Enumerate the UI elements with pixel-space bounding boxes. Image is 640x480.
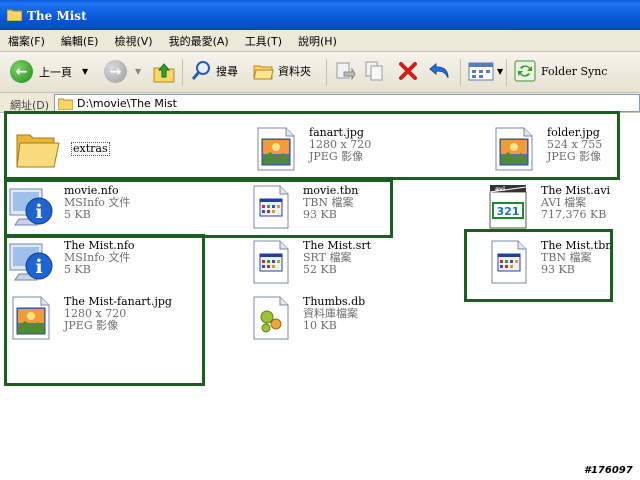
svg-text:321: 321 xyxy=(497,205,520,218)
folders-button[interactable]: 資料夾 xyxy=(252,60,311,82)
svg-text:avi: avi xyxy=(495,186,505,193)
search-icon xyxy=(191,61,210,80)
copy-to-icon xyxy=(365,61,383,81)
address-bar: 網址(D) D:\movie\The Mist xyxy=(0,93,640,113)
highlight-box xyxy=(4,179,393,238)
move-to-icon xyxy=(336,62,356,81)
menu-view[interactable]: 檢視(V) xyxy=(114,33,152,49)
forward-arrow-icon: → xyxy=(104,60,127,83)
folder-icon xyxy=(7,9,22,21)
views-icon xyxy=(468,62,494,81)
watermark: #176097 xyxy=(584,465,633,476)
up-folder-button[interactable] xyxy=(152,60,176,84)
chevron-down-icon: ▼ xyxy=(497,66,504,76)
copy-to-button[interactable] xyxy=(364,60,386,82)
up-folder-icon xyxy=(153,63,175,83)
address-field[interactable]: D:\movie\The Mist xyxy=(54,94,640,112)
folders-label: 資料夾 xyxy=(278,65,311,78)
menu-edit[interactable]: 編輯(E) xyxy=(61,33,99,49)
file-size: 717,376 KB xyxy=(541,208,607,221)
file-size: 10 KB xyxy=(303,319,337,332)
file-list-view: extras fanart.jpg 1280 x 720 JPEG 影像 fol… xyxy=(0,111,640,480)
back-button[interactable]: ← 上一頁 ▼ xyxy=(10,60,88,83)
title-bar[interactable]: The Mist xyxy=(0,0,640,30)
address-path: D:\movie\The Mist xyxy=(77,97,177,110)
delete-icon xyxy=(399,62,417,80)
folder-icon xyxy=(58,98,73,110)
file-item-thumbs-db[interactable]: Thumbs.db 資料庫檔案 10 KB xyxy=(246,294,466,344)
toolbar: ← 上一頁 ▼ → ▼ 搜尋 資料夾 ▼ Folder Sync xyxy=(0,52,640,93)
toolbar-separator xyxy=(506,59,507,86)
menu-favorites[interactable]: 我的最愛(A) xyxy=(169,33,229,49)
avi-file-icon: avi 321 xyxy=(489,185,527,229)
database-file-icon xyxy=(253,296,289,340)
back-arrow-icon: ← xyxy=(10,60,33,83)
toolbar-separator xyxy=(326,59,327,86)
folder-sync-icon xyxy=(514,60,536,82)
forward-button[interactable]: → ▼ xyxy=(104,60,141,83)
menu-help[interactable]: 說明(H) xyxy=(298,33,337,49)
undo-button[interactable] xyxy=(428,60,452,82)
highlight-box xyxy=(464,229,613,302)
highlight-box xyxy=(4,111,620,180)
file-item-the-mist-srt[interactable]: The Mist.srt SRT 檔案 52 KB xyxy=(246,238,466,288)
search-label: 搜尋 xyxy=(216,65,238,78)
chevron-down-icon: ▼ xyxy=(82,67,89,76)
menu-tools[interactable]: 工具(T) xyxy=(245,33,282,49)
menu-file[interactable]: 檔案(F) xyxy=(8,33,45,49)
folder-sync-button[interactable]: Folder Sync xyxy=(514,60,607,82)
file-item-the-mist-avi[interactable]: avi 321 The Mist.avi AVI 檔案 717,376 KB xyxy=(484,183,640,233)
folder-sync-label: Folder Sync xyxy=(541,64,608,78)
search-button[interactable]: 搜尋 xyxy=(190,60,238,82)
delete-button[interactable] xyxy=(397,60,419,82)
views-button[interactable]: ▼ xyxy=(468,60,503,82)
folders-icon xyxy=(253,65,274,80)
srt-file-icon xyxy=(253,240,289,284)
menu-bar: 檔案(F) 編輯(E) 檢視(V) 我的最愛(A) 工具(T) 說明(H) xyxy=(0,30,640,52)
highlight-box xyxy=(4,234,205,386)
toolbar-separator xyxy=(460,59,461,86)
undo-icon xyxy=(429,62,449,79)
chevron-down-icon: ▼ xyxy=(135,67,142,76)
file-size: 52 KB xyxy=(303,263,337,276)
move-to-button[interactable] xyxy=(334,60,356,82)
back-label: 上一頁 xyxy=(39,65,72,79)
toolbar-separator xyxy=(182,59,183,86)
window-title: The Mist xyxy=(27,9,87,23)
